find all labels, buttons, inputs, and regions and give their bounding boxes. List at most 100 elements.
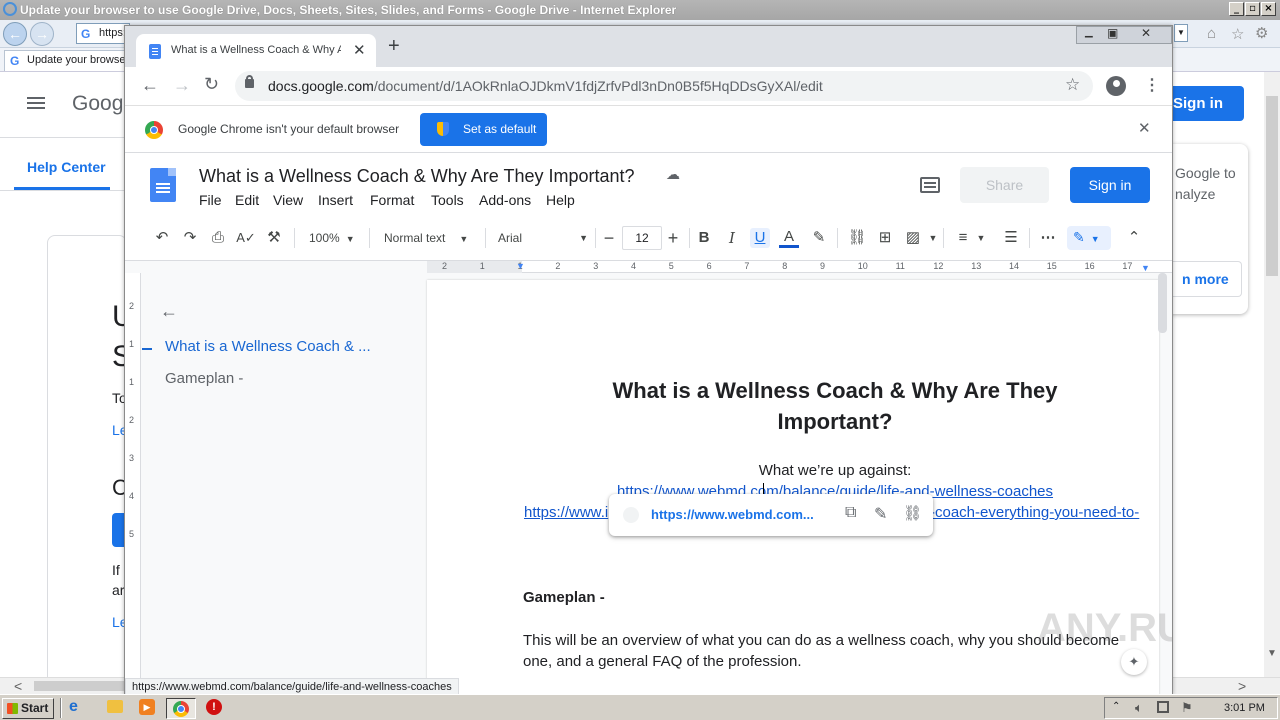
chevron-down-icon[interactable]: ▼ (971, 228, 991, 248)
ie-minimize-button[interactable]: _ (1229, 2, 1244, 16)
text-color-icon[interactable]: A (779, 228, 799, 248)
font-dropdown[interactable]: Arial ▼ (498, 226, 588, 250)
comments-icon[interactable] (920, 177, 940, 193)
menu-tools[interactable]: Tools (431, 192, 464, 208)
ie-tools-gear-icon[interactable]: ⚙ (1255, 24, 1268, 42)
ie-vertical-scrollbar[interactable]: ▼ (1264, 72, 1280, 677)
forward-arrow-icon[interactable]: → (173, 75, 191, 96)
chrome-taskbar-button[interactable] (166, 698, 196, 719)
copy-link-icon[interactable]: ⧉ (845, 504, 856, 522)
chrome-menu-kebab-icon[interactable]: ⋮ (1144, 75, 1160, 95)
collapse-menus-icon[interactable]: ⌃ (1124, 228, 1144, 248)
undo-icon[interactable]: ↶ (152, 228, 172, 248)
scroll-down-arrow-icon[interactable]: ▼ (1267, 648, 1277, 659)
menu-view[interactable]: View (273, 192, 303, 208)
insert-link-icon[interactable]: ⛓ (847, 228, 867, 248)
ie-forward-button[interactable]: → (30, 22, 54, 46)
toolbar-separator (294, 228, 295, 248)
help-center-tab[interactable]: Help Center (27, 159, 106, 175)
ie-back-button[interactable]: ← (3, 22, 27, 46)
share-button[interactable]: Share (960, 167, 1049, 203)
menu-help[interactable]: Help (546, 192, 575, 208)
align-icon[interactable]: ≡ (953, 228, 973, 248)
stop-red-icon[interactable]: ! (206, 699, 222, 715)
font-size-field[interactable]: 12 (622, 226, 662, 250)
infobar-close-icon[interactable]: ✕ (1138, 119, 1151, 137)
back-arrow-icon[interactable]: ← (141, 75, 159, 96)
style-dropdown[interactable]: Normal text ▼ (384, 226, 468, 250)
chevron-down-icon[interactable]: ▼ (923, 228, 943, 248)
tab-close-icon[interactable]: ✕ (353, 41, 366, 59)
volume-icon[interactable]: 🔈︎ (1135, 700, 1143, 716)
remove-link-icon[interactable]: ⛓ (903, 504, 922, 522)
lock-shackle-icon (246, 75, 253, 82)
second-link-start[interactable]: https://www.i (524, 504, 608, 521)
increase-font-size-icon[interactable]: + (663, 228, 683, 248)
reload-icon[interactable]: ↻ (204, 74, 219, 95)
new-tab-plus-icon[interactable]: + (388, 36, 400, 56)
hamburger-menu-icon[interactable] (27, 97, 45, 109)
profile-avatar-icon[interactable] (1106, 76, 1126, 96)
close-window-icon[interactable]: ✕ (1141, 26, 1151, 40)
redo-icon[interactable]: ↷ (180, 228, 200, 248)
ie-favorites-icon[interactable]: ☆ (1231, 25, 1244, 43)
set-as-default-button[interactable]: Set as default (420, 113, 547, 146)
link-popup-url[interactable]: https://www.webmd.com... (651, 507, 814, 522)
media-player-icon[interactable]: ▶ (139, 699, 155, 715)
ie-sign-in-button[interactable]: Sign in (1170, 86, 1244, 121)
insert-image-icon[interactable]: ▨ (903, 228, 923, 248)
outline-item[interactable]: What is a Wellness Coach & ... (165, 338, 371, 355)
ie-tab[interactable]: G Update your browse (4, 50, 126, 71)
scroll-left-arrow-icon[interactable]: < (14, 678, 22, 694)
docs-sign-in-button[interactable]: Sign in (1070, 167, 1150, 203)
edit-link-icon[interactable]: ✎ (874, 504, 887, 524)
editing-mode-button[interactable]: ✎ ▼ (1067, 226, 1111, 250)
outline-item[interactable]: Gameplan - (165, 370, 243, 387)
explore-button[interactable]: ✦ (1121, 649, 1147, 675)
menu-insert[interactable]: Insert (318, 192, 353, 208)
bookmark-star-icon[interactable]: ☆ (1065, 75, 1080, 95)
article-button-fragment[interactable] (112, 513, 124, 547)
ie-restore-button[interactable]: ▫ (1245, 2, 1260, 16)
italic-icon[interactable]: I (722, 228, 742, 248)
menu-edit[interactable]: Edit (235, 192, 259, 208)
more-options-icon[interactable]: ⋯ (1038, 228, 1058, 248)
ie-taskbar-icon[interactable]: e (69, 698, 78, 716)
line-spacing-icon[interactable]: ☰ (1001, 228, 1021, 248)
menu-format[interactable]: Format (370, 192, 414, 208)
menu-file[interactable]: File (199, 192, 222, 208)
add-comment-icon[interactable]: ⊞ (875, 228, 895, 248)
vruler-number: 2 (129, 301, 135, 311)
scroll-right-arrow-icon[interactable]: > (1238, 678, 1246, 694)
bold-icon[interactable]: B (694, 228, 714, 248)
action-flag-icon[interactable]: ⚑ (1181, 700, 1193, 716)
minimize-icon[interactable]: ▁ (1085, 27, 1093, 38)
decrease-font-size-icon[interactable]: − (599, 228, 619, 248)
ie-address-bar[interactable]: G https: (76, 23, 130, 44)
ie-close-button[interactable]: × (1261, 2, 1276, 16)
spellcheck-icon[interactable]: A✓ (236, 228, 256, 248)
zoom-dropdown[interactable]: 100% ▼ (309, 226, 355, 250)
vruler-number: 3 (129, 453, 135, 463)
close-outline-arrow-icon[interactable]: ← (160, 301, 178, 322)
second-link-end[interactable]: -coach-everything-you-need-to- (930, 504, 1139, 521)
print-icon[interactable]: ⎙ (208, 228, 228, 248)
explorer-folder-icon[interactable] (107, 700, 123, 713)
menu-add-ons[interactable]: Add-ons (479, 192, 531, 208)
ruler-number: 17 (1122, 261, 1133, 271)
document-scrollbar[interactable] (1158, 273, 1167, 333)
indent-marker-icon[interactable]: ▼ (516, 261, 525, 271)
paint-format-icon[interactable]: ⚒ (264, 228, 284, 248)
start-button[interactable]: Start (2, 698, 54, 719)
chrome-active-tab[interactable]: What is a Wellness Coach & Why Ar ✕ (136, 34, 376, 67)
maximize-icon[interactable]: ▣ (1107, 26, 1118, 40)
ie-home-icon[interactable]: ⌂ (1207, 25, 1216, 42)
address-bar[interactable]: docs.google.com/document/d/1AOkRnlaOJDkm… (235, 71, 1093, 101)
highlight-icon[interactable]: ✎ (809, 228, 829, 248)
learn-more-button[interactable]: n more (1170, 261, 1242, 297)
right-indent-marker-icon[interactable]: ▼ (1141, 263, 1150, 273)
ie-dropdown-button[interactable]: ▼ (1174, 24, 1188, 42)
tray-expand-icon[interactable]: ⌃ (1112, 701, 1120, 712)
underline-icon[interactable]: U (750, 228, 770, 248)
network-icon[interactable] (1157, 701, 1169, 713)
